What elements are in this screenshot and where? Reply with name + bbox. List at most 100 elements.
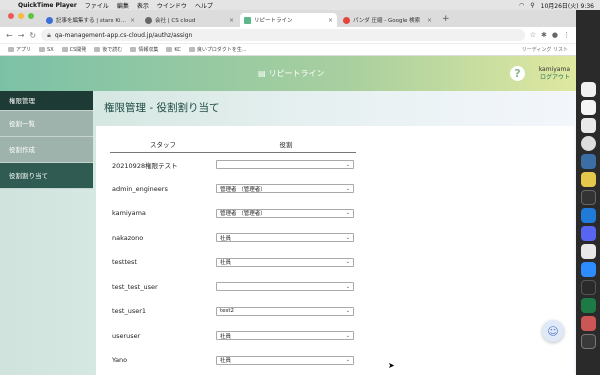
minimize-window-button[interactable] [18,13,24,19]
sidebar-item-role-create[interactable]: 役割作成 [0,137,93,163]
vscode-icon[interactable] [580,208,596,223]
column-header-staff: スタッフ [110,136,216,153]
url-field[interactable]: 🔒︎ qa-management-app.cs-cloud.jp/authz/a… [41,29,525,41]
wifi-icon[interactable]: ◠ [519,2,524,9]
logo-text: リピートライン [268,69,325,78]
tab-label: 記事を編集する | starx Kibela [56,18,127,24]
reading-list[interactable]: リーディング リスト [522,46,568,53]
bookmark-folder[interactable]: 情報収集 [130,46,158,53]
browser-tab-cs-cloud[interactable]: 会社 | CS cloud × [141,13,238,27]
tab-close-icon[interactable]: × [427,17,432,24]
table-row: testtest 社員 ⌄ [110,250,356,275]
role-cell: 管理者 （管理者） ⌄ [216,201,356,226]
staff-name: 20210928権限テスト [112,161,178,170]
app-icon[interactable] [580,154,596,169]
back-arrow-icon[interactable]: ← [6,31,13,40]
bookmark-folder[interactable]: SX [39,47,54,53]
discord-icon[interactable] [580,226,596,241]
role-select[interactable]: ⌄ [216,160,354,169]
extension-icon[interactable]: ☆ [530,31,536,39]
tab-label: リピートライン [254,18,293,24]
sidebar-item-role-list[interactable]: 役割一覧 [0,111,93,137]
menubar-clock[interactable]: 10月26日(火) 9:36 [541,1,594,10]
role-cell: 管理者 （管理者） ⌄ [216,177,356,202]
tab-close-icon[interactable]: × [229,17,234,24]
menu-dots-icon[interactable]: ⋮ [563,31,570,39]
mouse-cursor-icon: ➤ [388,361,395,370]
terminal-icon[interactable] [580,190,596,205]
bookmark-label: CS開発 [69,47,87,53]
extensions-puzzle-icon[interactable]: ✱ [541,31,547,39]
bookmark-apps[interactable]: アプリ [8,46,31,53]
role-cell: 社員 ⌄ [216,348,356,373]
finder-icon[interactable] [580,82,596,97]
chevron-down-icon: ⌄ [345,308,350,315]
app-icon[interactable] [580,316,596,331]
tab-close-icon[interactable]: × [130,17,135,24]
app-header: ▤ リピートライン ? kamiyama ログアウト [0,56,576,91]
bookmark-folder[interactable]: CS開発 [61,46,87,53]
bookmark-folder[interactable]: KC [166,47,181,53]
tab-close-icon[interactable]: × [328,17,333,24]
reload-icon[interactable]: ↻ [29,31,36,40]
globe-favicon-icon [145,16,152,24]
role-select[interactable]: 社員 ⌄ [216,355,354,365]
table-row: Yano 社員 ⌄ [110,348,356,373]
menu-file[interactable]: ファイル [85,1,109,10]
quicktime-icon[interactable] [580,334,596,349]
staff-name: test_test_user [112,282,158,291]
repeatline-favicon-icon [244,16,251,24]
chatbot-icon[interactable]: ☺ [542,320,564,342]
app-logo[interactable]: ▤ リピートライン [258,68,325,79]
chevron-down-icon: ⌄ [345,357,350,364]
browser-tab-kibela[interactable]: 記事を編集する | starx Kibela × [42,13,139,27]
staff-name: admin_engineers [112,184,168,193]
reminders-icon[interactable] [580,118,596,133]
zoom-icon[interactable] [580,262,596,277]
logout-link[interactable]: ログアウト [536,74,570,82]
zoom-window-button[interactable] [28,13,34,19]
column-header-role: 役割 [216,136,356,153]
search-icon[interactable]: ⚲ [530,2,534,9]
close-window-button[interactable] [8,13,14,19]
app-icon[interactable] [580,280,596,295]
help-icon[interactable]: ? [510,66,525,81]
role-select[interactable]: 社員 ⌄ [216,257,354,267]
apps-grid-icon [8,47,14,52]
browser-tab-repeatline[interactable]: リピートライン × [240,13,337,27]
bookmark-folder[interactable]: 後で読む [94,46,122,53]
bookmark-link[interactable]: 良いプロダクトを生... [188,46,247,53]
role-select-value: 社員 [220,333,232,340]
role-select[interactable]: 社員 ⌄ [216,331,354,341]
profile-icon[interactable]: ● [552,31,558,39]
role-select[interactable]: ⌄ [216,282,354,292]
staff-name: nakazono [112,233,144,242]
role-select[interactable]: 管理者 （管理者） ⌄ [216,208,354,218]
notes-icon[interactable] [580,172,596,187]
menu-window[interactable]: ウインドウ [157,1,187,10]
role-select[interactable]: 管理者 （管理者） ⌄ [216,184,354,194]
menu-help[interactable]: ヘルプ [195,1,213,10]
folder-icon [166,47,173,52]
calendar-icon[interactable] [580,100,596,115]
role-select[interactable]: 社員 ⌄ [216,233,354,243]
chrome-icon[interactable] [580,136,596,151]
staff-name: useruser [112,331,141,340]
table-row: 20210928権限テスト ⌄ [110,152,356,177]
menu-edit[interactable]: 編集 [117,1,129,10]
excel-icon[interactable] [580,298,596,313]
menu-view[interactable]: 表示 [137,1,149,10]
sidebar-item-role-assign[interactable]: 役割割り当て [0,163,93,189]
lock-icon: 🔒︎ [47,30,51,39]
forward-arrow-icon[interactable]: → [18,31,25,40]
menubar-app-name[interactable]: QuickTime Player [18,2,77,9]
chevron-down-icon: ⌄ [345,332,350,339]
slack-icon[interactable] [580,244,596,259]
role-select-value: 社員 [220,260,232,267]
browser-tab-google[interactable]: パンダ 圧縮 - Google 検索 × [339,13,436,27]
staff-name: Yano [112,356,128,365]
role-cell: 社員 ⌄ [216,226,356,251]
new-tab-icon[interactable]: + [438,14,454,27]
role-select[interactable]: test2 ⌄ [216,306,354,316]
folder-icon [130,47,137,52]
